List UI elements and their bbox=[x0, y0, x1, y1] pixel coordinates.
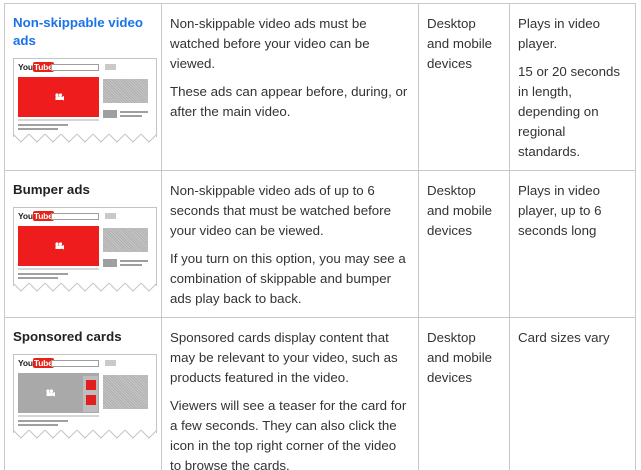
text-line bbox=[18, 273, 68, 275]
youtube-page-illustration: YouTube bbox=[13, 58, 157, 144]
side-thumbnail bbox=[103, 228, 148, 252]
description-cell: Sponsored cards display content that may… bbox=[161, 317, 419, 470]
torn-edge bbox=[13, 134, 157, 143]
description-paragraph: Non-skippable video ads of up to 6 secon… bbox=[170, 183, 392, 238]
search-bar-shape bbox=[51, 64, 99, 71]
sponsored-card bbox=[86, 380, 96, 390]
devices-cell: Desktop and mobile devices bbox=[418, 317, 510, 470]
description-cell: Non-skippable video ads of up to 6 secon… bbox=[161, 170, 419, 318]
format-cell: Bumper ads YouTube bbox=[4, 170, 162, 318]
details-paragraph: Plays in video player, up to 6 seconds l… bbox=[518, 183, 602, 238]
description-paragraph: Non-skippable video ads must be watched … bbox=[170, 16, 370, 71]
format-name-link[interactable]: Non-skippable video ads bbox=[13, 14, 153, 50]
description-paragraph: If you turn on this option, you may see … bbox=[170, 251, 406, 306]
progress-bar bbox=[18, 268, 99, 270]
text-line bbox=[18, 128, 58, 130]
description-paragraph: Viewers will see a teaser for the card f… bbox=[170, 398, 407, 470]
details-paragraph: Plays in video player. bbox=[518, 16, 601, 51]
side-thumbnail bbox=[103, 375, 148, 409]
format-name: Sponsored cards bbox=[13, 329, 122, 344]
format-cell: Sponsored cards YouTube bbox=[4, 317, 162, 470]
description-paragraph: Sponsored cards display content that may… bbox=[170, 330, 398, 385]
ad-formats-table-frame: Non-skippable video ads YouTube Non-skip… bbox=[0, 0, 641, 470]
search-button-shape bbox=[105, 360, 116, 366]
search-bar-shape bbox=[51, 213, 99, 220]
youtube-logo: YouTube bbox=[18, 62, 54, 72]
search-button-shape bbox=[105, 64, 116, 70]
text-line bbox=[120, 260, 148, 262]
format-name: Bumper ads bbox=[13, 182, 90, 197]
side-thumbnail bbox=[103, 79, 148, 103]
ad-formats-table: Non-skippable video ads YouTube Non-skip… bbox=[4, 3, 636, 470]
text-line bbox=[120, 111, 148, 113]
mini-thumbnail bbox=[103, 259, 117, 267]
devices-text: Desktop and mobile devices bbox=[427, 183, 493, 238]
text-line bbox=[18, 420, 68, 422]
youtube-page-illustration: YouTube bbox=[13, 207, 157, 293]
search-bar-shape bbox=[51, 360, 99, 367]
video-camera-icon bbox=[54, 93, 64, 101]
devices-cell: Desktop and mobile devices bbox=[418, 170, 510, 318]
torn-edge bbox=[13, 283, 157, 292]
video-camera-icon bbox=[46, 389, 56, 397]
progress-bar bbox=[18, 415, 99, 417]
text-line bbox=[18, 277, 58, 279]
search-button-shape bbox=[105, 213, 116, 219]
details-cell: Plays in video player. 15 or 20 seconds … bbox=[509, 3, 636, 171]
text-line bbox=[18, 124, 68, 126]
devices-cell: Desktop and mobile devices bbox=[418, 3, 510, 171]
text-line bbox=[120, 264, 142, 266]
description-paragraph: These ads can appear before, during, or … bbox=[170, 84, 408, 119]
details-paragraph: Card sizes vary bbox=[518, 330, 610, 345]
sponsored-card bbox=[86, 395, 96, 405]
video-camera-icon bbox=[54, 242, 64, 250]
devices-text: Desktop and mobile devices bbox=[427, 16, 493, 71]
format-cell: Non-skippable video ads YouTube bbox=[4, 3, 162, 171]
mini-thumbnail bbox=[103, 110, 117, 118]
ad-format-row-bumper: Bumper ads YouTube Non-skippable video a… bbox=[4, 170, 636, 318]
torn-edge bbox=[13, 430, 157, 439]
details-paragraph: 15 or 20 seconds in length, depending on… bbox=[518, 64, 621, 159]
description-cell: Non-skippable video ads must be watched … bbox=[161, 3, 419, 171]
video-player bbox=[18, 226, 99, 266]
text-line bbox=[120, 115, 142, 117]
devices-text: Desktop and mobile devices bbox=[427, 330, 493, 385]
youtube-logo: YouTube bbox=[18, 211, 54, 221]
details-cell: Card sizes vary bbox=[509, 317, 636, 470]
text-line bbox=[18, 424, 58, 426]
video-player bbox=[18, 77, 99, 117]
ad-format-row-sponsored-cards: Sponsored cards YouTube Sponsored cards … bbox=[4, 317, 636, 470]
youtube-logo: YouTube bbox=[18, 358, 54, 368]
details-cell: Plays in video player, up to 6 seconds l… bbox=[509, 170, 636, 318]
progress-bar bbox=[18, 119, 99, 121]
ad-format-row-non-skippable: Non-skippable video ads YouTube Non-skip… bbox=[4, 3, 636, 171]
youtube-page-illustration: YouTube bbox=[13, 354, 157, 440]
